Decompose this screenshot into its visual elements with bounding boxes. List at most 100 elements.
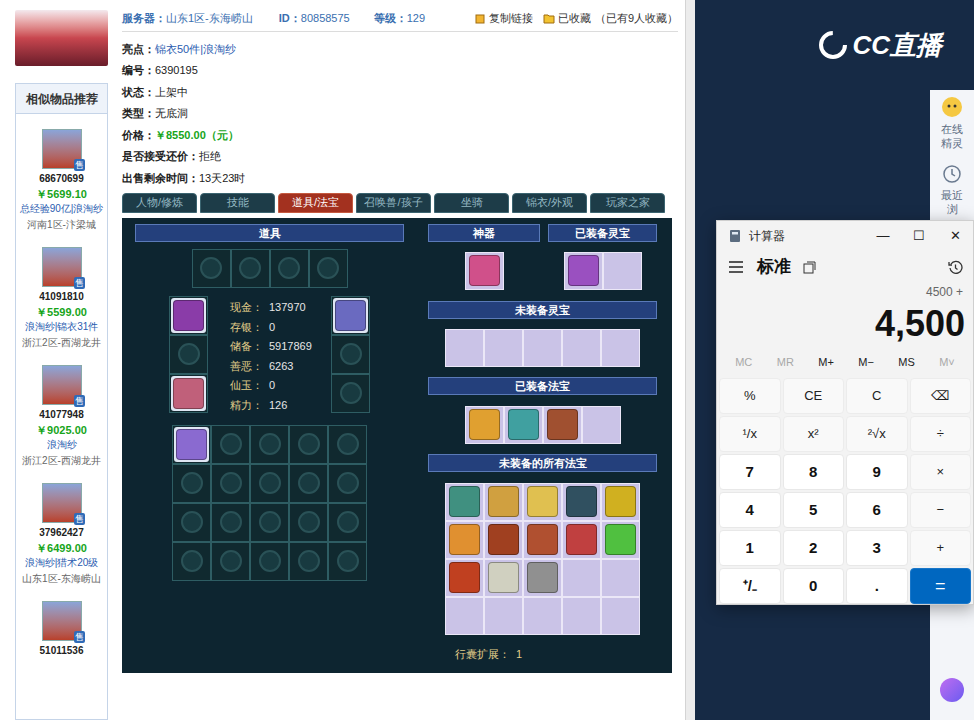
keep-on-top-icon[interactable]	[803, 261, 816, 274]
item-slot[interactable]	[289, 542, 328, 581]
treasure-slot[interactable]	[601, 521, 640, 559]
treasure-slot[interactable]	[484, 597, 523, 635]
calc-key[interactable]: ×	[910, 454, 972, 490]
item-slot[interactable]	[250, 425, 289, 464]
similar-item[interactable]: 售41091810￥5599.00浪淘纱|锦衣31件浙江2区-西湖龙井	[16, 247, 107, 365]
calc-key[interactable]: 5	[783, 492, 845, 528]
item-slot[interactable]	[250, 503, 289, 542]
treasure-slot[interactable]	[523, 521, 562, 559]
assistant-icon[interactable]	[940, 678, 964, 702]
treasure-slot[interactable]	[523, 597, 562, 635]
tab[interactable]: 技能	[200, 193, 275, 213]
treasure-slot[interactable]	[445, 483, 484, 521]
tab[interactable]: 玩家之家	[590, 193, 665, 213]
calc-key[interactable]: ÷	[910, 416, 972, 452]
treasure-slot[interactable]	[601, 329, 640, 367]
item-slot[interactable]	[169, 296, 208, 335]
treasure-slot[interactable]	[523, 329, 562, 367]
item-slot[interactable]	[169, 335, 208, 374]
item-slot[interactable]	[328, 464, 367, 503]
treasure-slot[interactable]	[445, 329, 484, 367]
item-slot[interactable]	[289, 425, 328, 464]
treasure-slot[interactable]	[562, 559, 601, 597]
tab[interactable]: 召唤兽/孩子	[356, 193, 431, 213]
item-slot[interactable]	[172, 542, 211, 581]
calc-key[interactable]: 9	[846, 454, 908, 490]
memory-button[interactable]: MS	[898, 354, 915, 371]
treasure-slot[interactable]	[465, 252, 504, 290]
treasure-slot[interactable]	[601, 559, 640, 597]
treasure-slot[interactable]	[562, 329, 601, 367]
treasure-slot[interactable]	[543, 406, 582, 444]
calc-key[interactable]: %	[719, 378, 781, 414]
treasure-slot[interactable]	[484, 559, 523, 597]
treasure-slot[interactable]	[445, 597, 484, 635]
item-slot[interactable]	[328, 542, 367, 581]
tab[interactable]: 坐骑	[434, 193, 509, 213]
item-slot[interactable]	[328, 503, 367, 542]
calc-key[interactable]: +	[910, 530, 972, 566]
treasure-slot[interactable]	[562, 483, 601, 521]
tab[interactable]: 道具/法宝	[278, 193, 353, 213]
favorite-button[interactable]: 已收藏	[543, 10, 591, 27]
calc-key[interactable]: ²√x	[846, 416, 908, 452]
item-slot[interactable]	[289, 503, 328, 542]
side-item[interactable]: 最近浏	[940, 164, 964, 216]
item-slot[interactable]	[331, 296, 370, 335]
calc-key[interactable]: ⁺/₋	[719, 568, 781, 604]
similar-item[interactable]: 售51011536	[16, 601, 107, 719]
item-slot[interactable]	[250, 542, 289, 581]
treasure-slot[interactable]	[564, 252, 603, 290]
calc-key[interactable]: 1	[719, 530, 781, 566]
menu-icon[interactable]	[729, 261, 743, 273]
calc-key[interactable]: 7	[719, 454, 781, 490]
treasure-slot[interactable]	[562, 521, 601, 559]
window-control[interactable]: —	[865, 226, 901, 246]
treasure-slot[interactable]	[445, 521, 484, 559]
treasure-slot[interactable]	[484, 521, 523, 559]
item-slot[interactable]	[211, 425, 250, 464]
calc-key[interactable]: 6	[846, 492, 908, 528]
calc-key[interactable]: 8	[783, 454, 845, 490]
calc-key[interactable]: −	[910, 492, 972, 528]
treasure-slot[interactable]	[601, 483, 640, 521]
calc-key[interactable]: 0	[783, 568, 845, 604]
memory-button[interactable]: M−	[858, 354, 874, 371]
item-slot[interactable]	[270, 249, 309, 288]
treasure-slot[interactable]	[523, 483, 562, 521]
item-slot[interactable]	[172, 503, 211, 542]
calc-key[interactable]: 4	[719, 492, 781, 528]
item-slot[interactable]	[289, 464, 328, 503]
calc-key[interactable]: 3	[846, 530, 908, 566]
page-scrollbar[interactable]	[685, 0, 695, 720]
calc-key[interactable]: x²	[783, 416, 845, 452]
treasure-slot[interactable]	[484, 329, 523, 367]
item-slot[interactable]	[328, 425, 367, 464]
similar-item[interactable]: 售37962427￥6499.00浪淘纱|猎术20级山东1区-东海崂山	[16, 483, 107, 601]
item-slot[interactable]	[250, 464, 289, 503]
similar-item[interactable]: 售41077948￥9025.00浪淘纱浙江2区-西湖龙井	[16, 365, 107, 483]
item-slot[interactable]	[331, 374, 370, 413]
copy-link-button[interactable]: 复制链接	[475, 10, 533, 27]
calc-key[interactable]: .	[846, 568, 908, 604]
treasure-slot[interactable]	[523, 559, 562, 597]
item-slot[interactable]	[309, 249, 348, 288]
item-slot[interactable]	[211, 503, 250, 542]
item-slot[interactable]	[172, 464, 211, 503]
treasure-slot[interactable]	[562, 597, 601, 635]
treasure-slot[interactable]	[603, 252, 642, 290]
window-control[interactable]: ✕	[937, 226, 973, 246]
item-slot[interactable]	[192, 249, 231, 288]
item-slot[interactable]	[172, 425, 211, 464]
treasure-slot[interactable]	[484, 483, 523, 521]
treasure-slot[interactable]	[582, 406, 621, 444]
history-icon[interactable]	[948, 260, 963, 275]
treasure-slot[interactable]	[445, 559, 484, 597]
calc-key[interactable]: =	[910, 568, 972, 604]
item-slot[interactable]	[231, 249, 270, 288]
item-slot[interactable]	[331, 335, 370, 374]
calc-key[interactable]: 2	[783, 530, 845, 566]
side-item[interactable]: 在线精灵	[940, 96, 964, 150]
tab[interactable]: 人物/修炼	[122, 193, 197, 213]
calc-key[interactable]: ⌫	[910, 378, 972, 414]
